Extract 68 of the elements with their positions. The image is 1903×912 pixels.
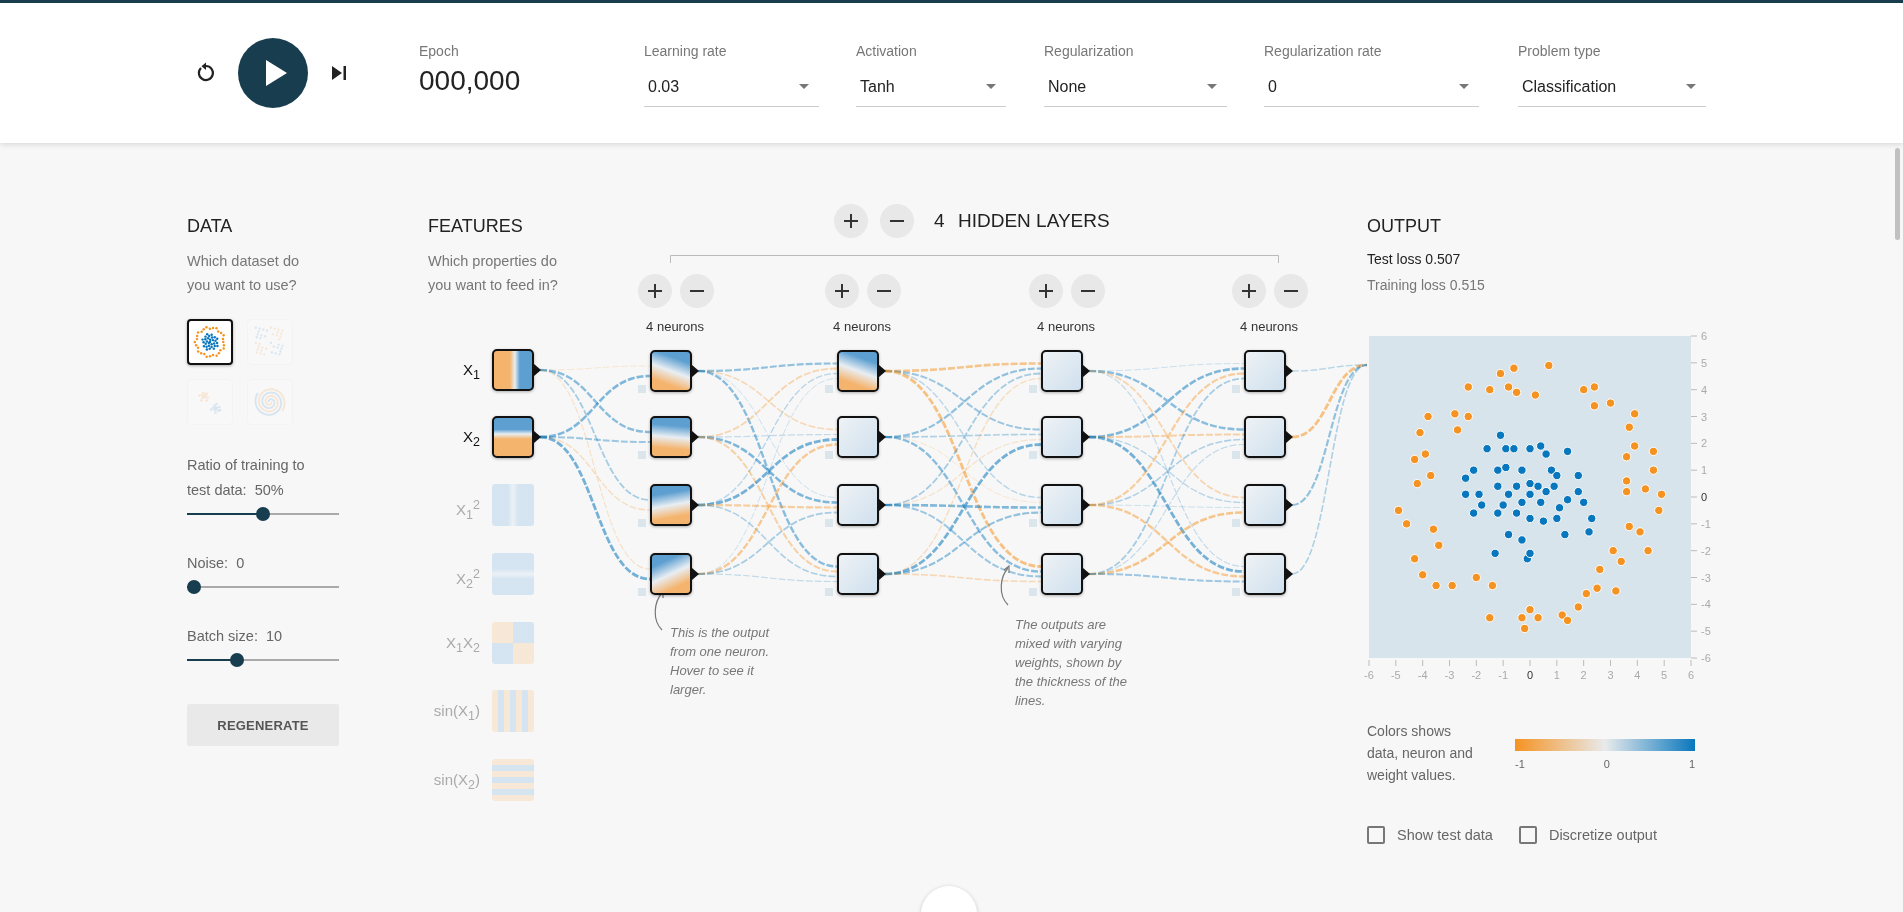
section-title: DATA [187,215,234,237]
axis-tick-label: -6 [1364,669,1374,681]
section-subtitle: Which dataset do you want to use? [187,252,301,295]
section-title: OUTPUT [1367,215,1442,237]
annotation-text: The outputs are mixed with varying weights, shown by the thickness of the lines. [1015,616,1128,710]
axis-tick-label: 4 [1634,669,1641,681]
scale-tick-label: 0 [1603,758,1610,770]
dropdown[interactable]: None [1044,67,1227,107]
legend-text: Colors shows data, neuron and weight values. [1367,722,1474,785]
feature-label: sin(X$_{2}$) [432,770,480,794]
axis-tick-label: -2 [1471,669,1482,681]
axis-tick-label: -1 [1498,669,1509,681]
axis-tick-label: 0 [1526,669,1534,681]
axis-tick-label: 6 [1701,330,1708,342]
axis-tick-label: 2 [1701,437,1708,450]
axis-tick-label: 6 [1687,669,1695,681]
axis-tick-label: -2 [1701,544,1711,557]
axis-tick-label: 5 [1661,669,1668,681]
layer-count: 4 [934,209,945,233]
dropdown-label: Regularization [1044,43,1135,61]
dropdown[interactable]: 0 [1264,67,1479,107]
dropdown-label: Learning rate [644,43,728,61]
section-subtitle: Which properties do you want to feed in? [428,252,559,295]
axis-tick-label: 4 [1701,383,1708,396]
dropdown-label: Problem type [1518,43,1602,61]
neuron-count: 4 neurons [1239,319,1299,334]
neuron-count: 4 neurons [1036,319,1096,334]
dropdown[interactable]: Tanh [856,67,1006,107]
test-loss: Test loss 0.507 [1367,250,1462,269]
scale-tick-label: -1 [1515,758,1525,770]
axis-tick-label: 3 [1701,410,1708,423]
slider-label: Noise: 0 [187,554,246,573]
feature-label: X$_{2}$ [462,427,480,451]
axis-tick-label: 1 [1553,669,1560,681]
axis-tick-label: -4 [1701,598,1711,611]
training-loss: Training loss 0.515 [1367,276,1486,295]
feature-label: sin(X$_{1}$) [432,701,480,725]
section-title: FEATURES [428,215,524,237]
regenerate-button[interactable]: REGENERATE [187,704,339,746]
axis-tick-label: -5 [1390,669,1401,681]
slider-label: Ratio of training to test data: 50% [187,456,306,500]
slider-label: Batch size: 10 [187,627,284,646]
checkbox-label: Show test data [1397,827,1493,843]
axis-tick-label: -6 [1701,652,1711,664]
epoch-counter: 000,000 [419,65,522,97]
axis-tick-label: -5 [1701,625,1711,638]
axis-tick-label: -4 [1417,669,1428,681]
epoch-label: Epoch [419,43,460,61]
feature-label: X$_{1}$ [462,360,480,384]
axis-tick-label: -1 [1701,517,1711,530]
dropdown-label: Regularization rate [1264,43,1383,61]
axis-tick-label: -3 [1444,669,1455,681]
scale-tick-label: 1 [1688,758,1695,770]
neuron-count: 4 neurons [645,319,705,334]
dropdown[interactable]: 0.03 [644,67,819,107]
feature-label: X$_{1}$X$_{2}$ [445,633,480,657]
axis-tick-label: -3 [1701,571,1711,584]
axis-tick-label: 2 [1580,669,1587,681]
neuron-count: 4 neurons [832,319,892,334]
axis-tick-label: 5 [1701,356,1708,369]
hidden-layers-title: HIDDEN LAYERS [958,209,1110,233]
axis-tick-label: 3 [1607,669,1614,681]
axis-tick-label: 1 [1701,464,1708,477]
dropdown[interactable]: Classification [1518,67,1706,107]
dropdown-label: Activation [856,43,918,61]
checkbox-label: Discretize output [1548,827,1657,843]
annotation-text: This is the output from one neuron. Hover to see it larger. [670,624,771,699]
axis-tick-label: 0 [1701,491,1708,503]
